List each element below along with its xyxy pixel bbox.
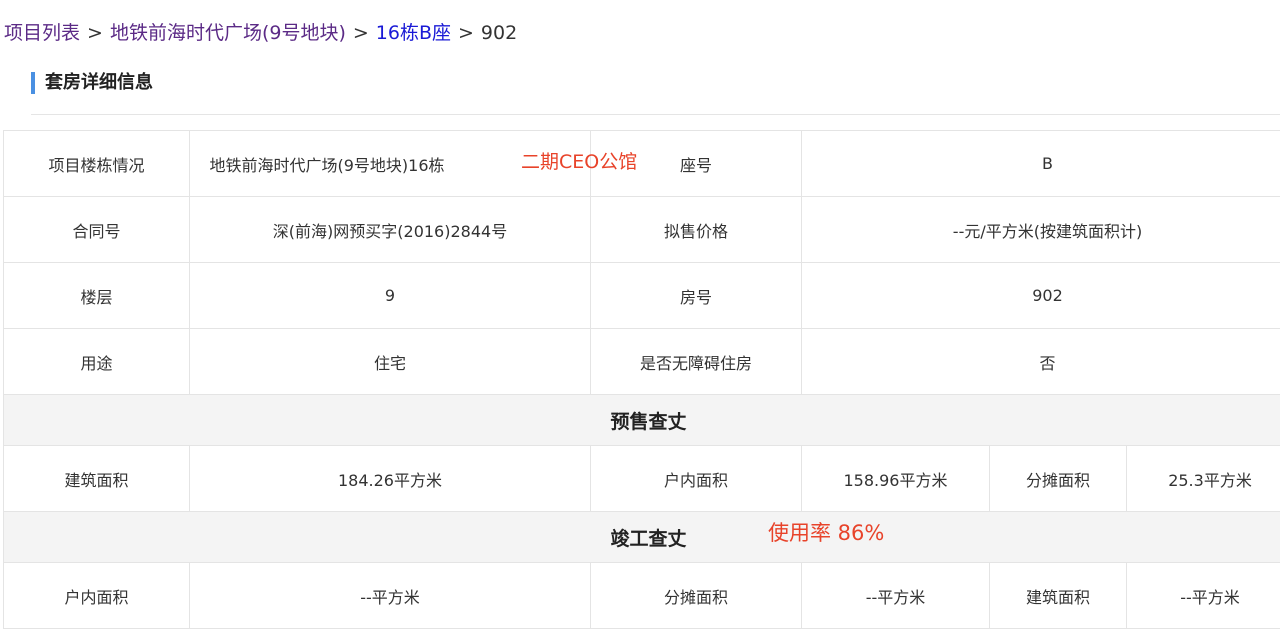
completion-shared-area-label: 分摊面积 xyxy=(590,562,802,629)
contract-value: 深(前海)网预买字(2016)2844号 xyxy=(189,196,591,263)
presale-section-title: 预售查丈 xyxy=(2,394,1280,446)
unit-detail-table: 项目楼栋情况 地铁前海时代广场(9号地块)16栋 座号 B 合同号 深(前海)网… xyxy=(2,130,1280,629)
table-row: 用途 住宅 是否无障碍住房 否 xyxy=(3,328,1280,395)
completion-indoor-area-label: 户内面积 xyxy=(3,562,190,629)
breadcrumb-building-link[interactable]: 16栋B座 xyxy=(376,22,451,44)
table-row: 建筑面积 184.26平方米 户内面积 158.96平方米 分摊面积 25.3平… xyxy=(3,445,1280,512)
presale-section-row: 预售查丈 xyxy=(2,394,1280,446)
presale-shared-area-label: 分摊面积 xyxy=(989,445,1127,512)
table-row: 楼层 9 房号 902 xyxy=(3,262,1280,329)
breadcrumb-separator: > xyxy=(352,22,369,44)
table-row: 合同号 深(前海)网预买字(2016)2844号 拟售价格 --元/平方米(按建… xyxy=(3,196,1280,263)
completion-building-area-value: --平方米 xyxy=(1125,562,1280,629)
section-title: 套房详细信息 xyxy=(31,72,153,94)
completion-section-title: 竣工查丈 xyxy=(2,511,1280,563)
completion-building-area-label: 建筑面积 xyxy=(989,562,1127,629)
breadcrumb-project-list-link[interactable]: 项目列表 xyxy=(4,22,80,44)
presale-shared-area-value: 25.3平方米 xyxy=(1125,445,1280,512)
table-row: 户内面积 --平方米 分摊面积 --平方米 建筑面积 --平方米 xyxy=(3,562,1280,629)
presale-building-area-value: 184.26平方米 xyxy=(189,445,591,512)
usage-label: 用途 xyxy=(3,328,190,395)
price-value: --元/平方米(按建筑面积计) xyxy=(800,196,1280,263)
presale-indoor-area-label: 户内面积 xyxy=(590,445,802,512)
completion-shared-area-value: --平方米 xyxy=(801,562,990,629)
completion-indoor-area-value: --平方米 xyxy=(189,562,591,629)
floor-label: 楼层 xyxy=(3,262,190,329)
barrier-free-value: 否 xyxy=(800,328,1280,395)
breadcrumb-project-link[interactable]: 地铁前海时代广场(9号地块) xyxy=(110,22,346,44)
usage-rate-annotation: 使用率 86% xyxy=(768,521,885,545)
breadcrumb-current-unit: 902 xyxy=(480,22,518,44)
barrier-free-label: 是否无障碍住房 xyxy=(590,328,802,395)
presale-indoor-area-value: 158.96平方米 xyxy=(801,445,990,512)
breadcrumb-separator: > xyxy=(87,22,103,44)
table-row: 项目楼栋情况 地铁前海时代广场(9号地块)16栋 座号 B xyxy=(3,130,1280,197)
contract-label: 合同号 xyxy=(3,196,190,263)
usage-value: 住宅 xyxy=(189,328,591,395)
project-note-annotation: 二期CEO公馆 xyxy=(521,151,638,173)
room-label: 房号 xyxy=(590,262,802,329)
project-building-label: 项目楼栋情况 xyxy=(3,130,190,197)
room-value: 902 xyxy=(800,262,1280,329)
floor-value: 9 xyxy=(189,262,591,329)
seat-value: B xyxy=(800,130,1280,197)
completion-section-row: 竣工查丈 xyxy=(2,511,1280,563)
presale-building-area-label: 建筑面积 xyxy=(3,445,190,512)
breadcrumb-separator: > xyxy=(458,22,474,44)
project-building-text: 地铁前海时代广场(9号地块)16栋 xyxy=(209,155,445,175)
section-divider xyxy=(31,114,1280,115)
price-label: 拟售价格 xyxy=(590,196,802,263)
breadcrumb: 项目列表 > 地铁前海时代广场(9号地块) >16栋B座 >902 xyxy=(4,20,517,46)
